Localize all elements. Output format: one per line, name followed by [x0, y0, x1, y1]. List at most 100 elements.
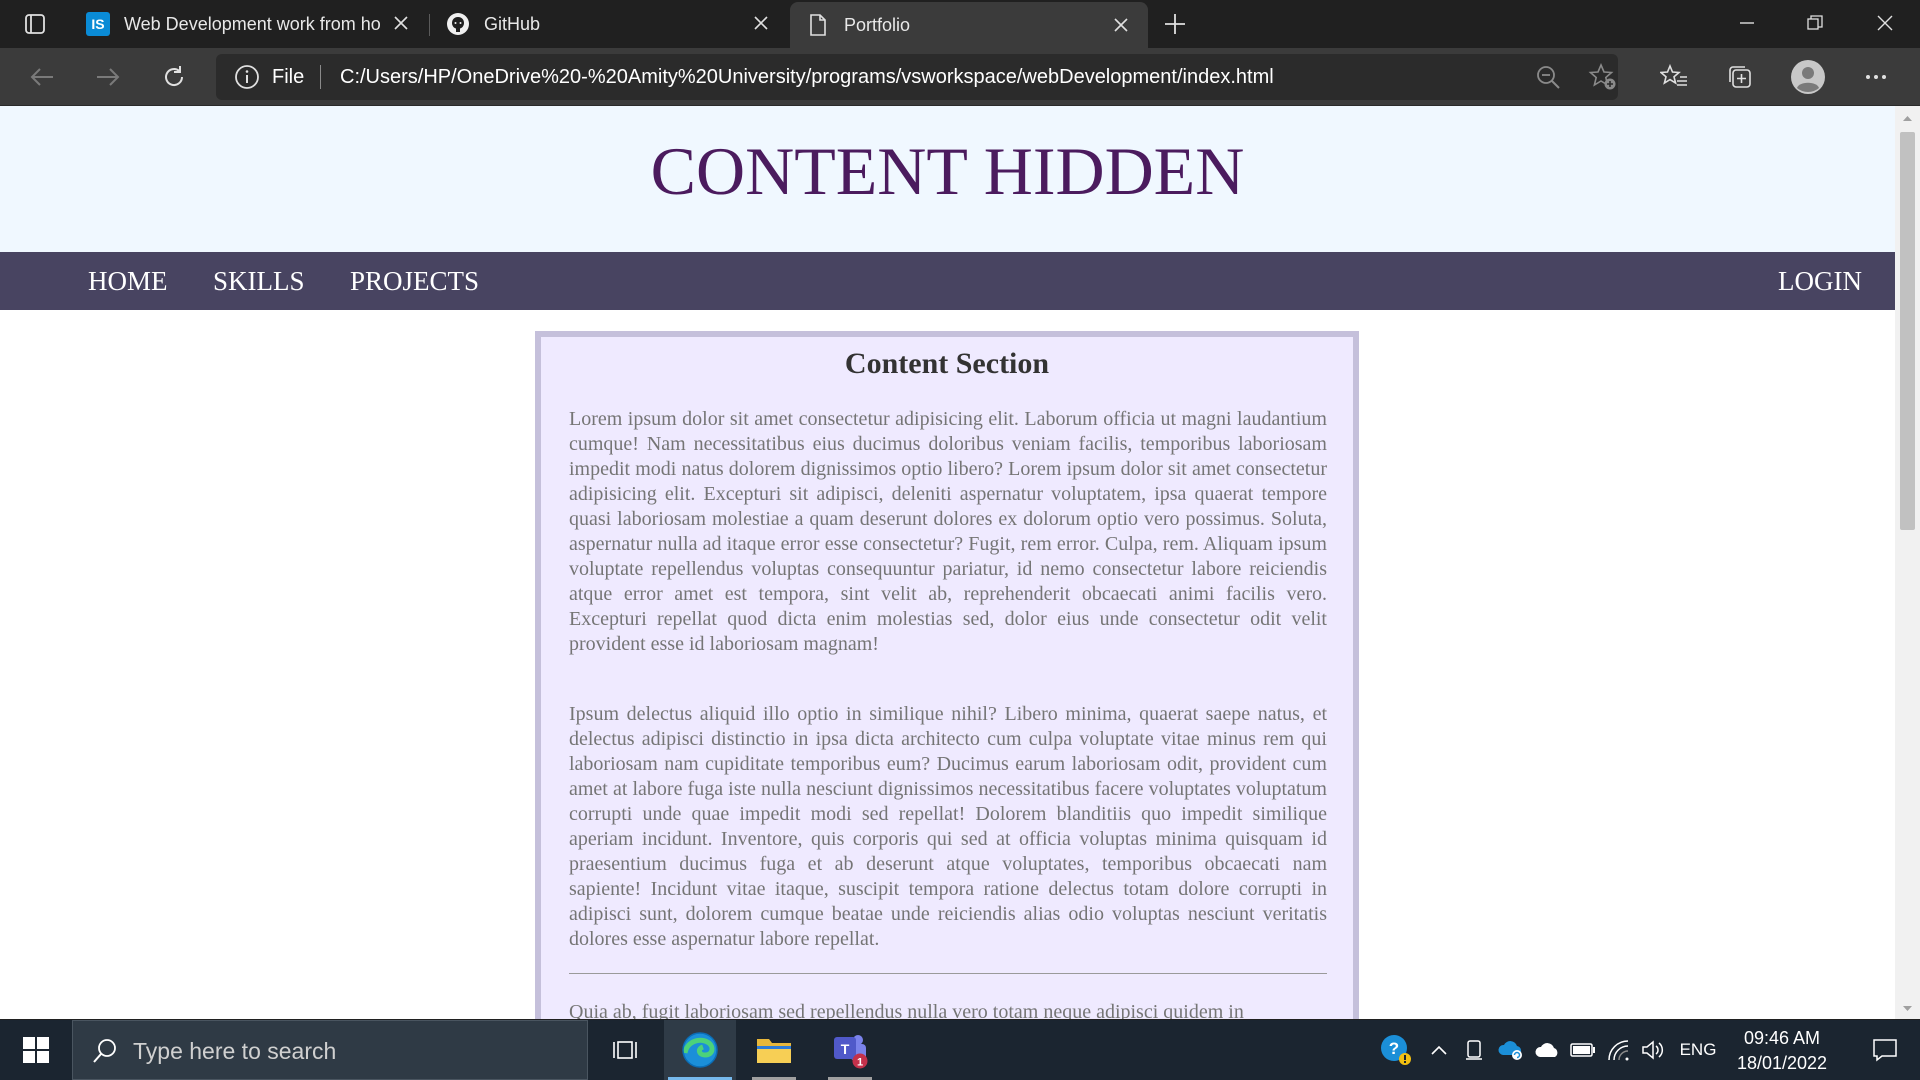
task-view-icon — [613, 1041, 637, 1059]
nav-home-link[interactable]: HOME — [88, 266, 168, 297]
refresh-icon — [165, 66, 184, 86]
tab-title: Web Development work from ho — [124, 13, 381, 34]
github-icon — [446, 12, 470, 36]
search-placeholder: Type here to search — [133, 1038, 337, 1064]
battery-tray-button[interactable] — [1566, 1020, 1600, 1080]
favorites-button[interactable] — [1654, 57, 1694, 97]
favorites-icon — [1660, 63, 1687, 86]
folder-icon — [757, 1039, 791, 1063]
language-label: ENG — [1679, 1040, 1717, 1059]
horizontal-rule — [569, 973, 1327, 974]
page-viewport: CONTENT HIDDEN HOME SKILLS PROJECTS LOGI… — [0, 106, 1895, 1019]
onedrive-sync-tray-button[interactable] — [1494, 1020, 1528, 1080]
tab-github[interactable]: GitHub — [430, 0, 788, 48]
svg-text:?: ? — [1389, 1039, 1399, 1058]
url-text[interactable]: C:/Users/HP/OneDrive%20-%20Amity%20Unive… — [340, 66, 1274, 89]
minimize-button[interactable] — [1714, 0, 1780, 46]
document-icon — [806, 13, 830, 37]
show-hidden-icons-button[interactable] — [1424, 1020, 1454, 1080]
scrollbar-thumb[interactable] — [1900, 132, 1915, 530]
zoom-out-icon[interactable] — [1534, 63, 1562, 91]
content-paragraph: Ipsum delectus aliquid illo optio in sim… — [569, 703, 1327, 950]
restore-icon — [1807, 15, 1823, 30]
teams-badge-count: 1 — [857, 1057, 863, 1069]
address-bar[interactable]: File C:/Users/HP/OneDrive%20-%20Amity%20… — [216, 54, 1618, 100]
content-paragraph: Quia ab, fugit laboriosam sed repellendu… — [569, 1001, 1244, 1019]
close-window-button[interactable] — [1852, 0, 1918, 46]
close-icon — [1877, 15, 1893, 31]
network-tray-button[interactable] — [1602, 1020, 1636, 1080]
taskbar-file-explorer-button[interactable] — [738, 1020, 810, 1080]
restore-button[interactable] — [1782, 0, 1848, 46]
refresh-button[interactable] — [154, 57, 194, 97]
clock-time: 09:46 AM — [1743, 1028, 1821, 1048]
wifi-icon — [1608, 1040, 1629, 1061]
taskbar: Type here to search T 1 ? ENG 09:46 AM 1… — [0, 1020, 1920, 1080]
language-indicator[interactable]: ENG — [1672, 1020, 1724, 1080]
site-nav: HOME SKILLS PROJECTS LOGIN — [0, 252, 1895, 310]
teams-icon: T 1 — [834, 1035, 868, 1069]
address-separator — [320, 65, 321, 89]
tab-web-development[interactable]: IS Web Development work from ho — [70, 0, 428, 48]
tab-strip: IS Web Development work from ho GitHub P… — [0, 0, 1920, 48]
onedrive-sync-icon — [1498, 1041, 1522, 1060]
battery-icon — [1570, 1043, 1595, 1057]
site-header: CONTENT HIDDEN — [0, 106, 1895, 252]
svg-text:T: T — [841, 1041, 850, 1057]
clock-date: 18/01/2022 — [1736, 1053, 1828, 1073]
search-icon — [93, 1039, 116, 1063]
vertical-scrollbar[interactable] — [1895, 106, 1920, 1019]
minimize-icon — [1740, 22, 1754, 24]
avatar-icon — [1791, 60, 1825, 94]
onedrive-tray-button[interactable] — [1530, 1020, 1564, 1080]
url-scheme-label: File — [272, 66, 305, 88]
device-tray-button[interactable] — [1458, 1020, 1490, 1080]
forward-button[interactable] — [88, 57, 128, 97]
new-tab-button[interactable] — [1160, 10, 1190, 38]
profile-button[interactable] — [1788, 57, 1828, 97]
scroll-up-arrow-icon[interactable] — [1901, 112, 1914, 125]
collections-button[interactable] — [1720, 57, 1760, 97]
help-icon: ? — [1381, 1035, 1411, 1065]
tab-actions-icon — [25, 14, 45, 34]
tab-portfolio[interactable]: Portfolio — [790, 2, 1148, 48]
help-tray-button[interactable]: ? — [1376, 1020, 1416, 1080]
edge-icon — [682, 1032, 718, 1068]
collections-icon — [1729, 66, 1751, 88]
chevron-up-icon — [1431, 1045, 1447, 1055]
tab-title: GitHub — [484, 13, 541, 34]
taskbar-edge-button[interactable] — [664, 1020, 736, 1080]
taskbar-search-box[interactable]: Type here to search — [72, 1020, 588, 1080]
task-view-button[interactable] — [590, 1020, 662, 1080]
nav-skills-link[interactable]: SKILLS — [213, 266, 305, 297]
close-icon[interactable] — [1110, 14, 1132, 36]
volume-tray-button[interactable] — [1636, 1020, 1670, 1080]
forward-arrow-icon — [97, 68, 120, 86]
tab-actions-button[interactable] — [14, 10, 56, 38]
plus-icon — [1165, 14, 1185, 34]
speaker-icon — [1642, 1040, 1664, 1060]
info-icon[interactable] — [234, 64, 260, 90]
add-favorite-icon[interactable] — [1588, 62, 1618, 92]
nav-projects-link[interactable]: PROJECTS — [350, 266, 479, 297]
taskbar-clock[interactable]: 09:46 AM 18/01/2022 — [1722, 1026, 1842, 1076]
nav-login-link[interactable]: LOGIN — [1778, 266, 1862, 297]
start-button[interactable] — [0, 1020, 72, 1080]
tab-title: Portfolio — [844, 14, 911, 35]
close-icon[interactable] — [390, 12, 412, 34]
scroll-down-arrow-icon[interactable] — [1901, 1002, 1914, 1015]
is-logo-icon: IS — [86, 12, 110, 36]
more-dots-icon — [1866, 75, 1886, 79]
content-section-title: Content Section — [844, 347, 1050, 380]
content-paragraph: Lorem ipsum dolor sit amet consectetur a… — [569, 408, 1327, 655]
is-logo-text: IS — [91, 16, 105, 32]
device-icon — [1466, 1040, 1482, 1060]
taskbar-teams-button[interactable]: T 1 — [814, 1020, 886, 1080]
back-button[interactable] — [22, 57, 62, 97]
cloud-icon — [1535, 1043, 1558, 1057]
content-section: Content Section Lorem ipsum dolor sit am… — [535, 331, 1359, 1019]
settings-more-button[interactable] — [1856, 57, 1896, 97]
close-icon[interactable] — [750, 12, 772, 34]
back-arrow-icon — [30, 68, 53, 86]
notifications-button[interactable] — [1850, 1020, 1920, 1080]
